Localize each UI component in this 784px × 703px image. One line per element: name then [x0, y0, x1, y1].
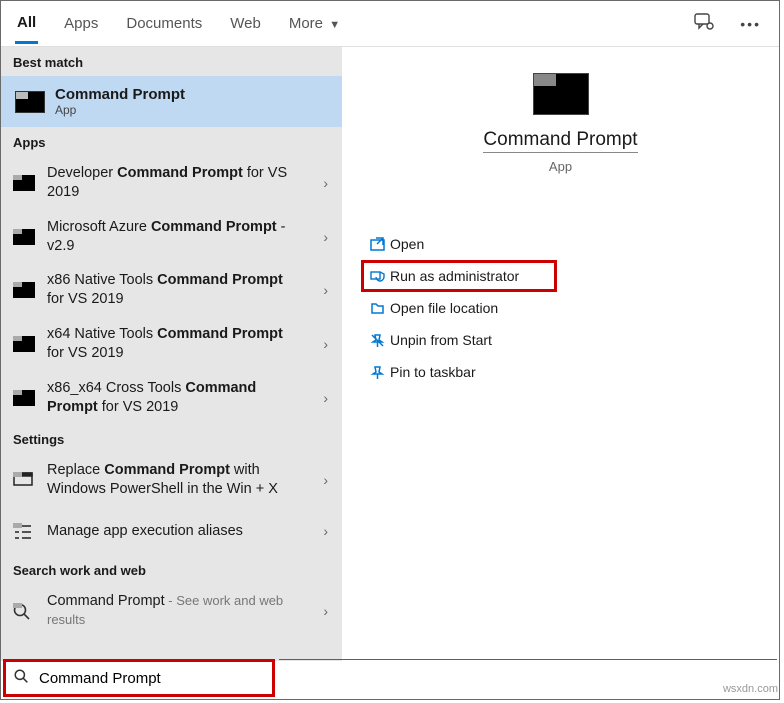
tab-web[interactable]: Web: [228, 5, 263, 42]
preview-title[interactable]: Command Prompt: [483, 129, 637, 153]
divider: [279, 659, 777, 697]
shield-icon: [364, 269, 390, 284]
result-label: Manage app execution aliases: [47, 522, 330, 541]
unpin-icon: [364, 333, 390, 348]
console-icon: [13, 472, 35, 488]
results-panel: Best match Command Prompt App Apps Devel…: [1, 47, 342, 661]
section-work-web: Search work and web: [1, 555, 342, 584]
action-label: Run as administrator: [390, 268, 519, 284]
cmd-icon: [13, 390, 35, 406]
action-label: Open file location: [390, 300, 498, 316]
search-box[interactable]: [3, 659, 275, 697]
best-match-title: Command Prompt: [55, 86, 185, 103]
result-label: x86 Native Tools Command Prompt for VS 2…: [47, 271, 330, 309]
section-best-match: Best match: [1, 47, 342, 76]
result-label: Developer Command Prompt for VS 2019: [47, 164, 330, 202]
action-unpin-start[interactable]: Unpin from Start: [364, 324, 779, 356]
app-result[interactable]: Developer Command Prompt for VS 2019 ›: [1, 156, 342, 210]
action-label: Unpin from Start: [390, 332, 492, 348]
best-match-subtitle: App: [55, 103, 185, 117]
setting-result[interactable]: Replace Command Prompt with Windows Powe…: [1, 453, 342, 507]
search-icon: [13, 603, 35, 619]
preview-type: App: [549, 159, 572, 174]
chevron-right-icon[interactable]: ›: [323, 472, 328, 488]
alias-icon: [13, 523, 35, 539]
cmd-icon: [13, 175, 35, 191]
open-icon: [364, 237, 390, 252]
search-icon: [14, 669, 29, 688]
action-open-location[interactable]: Open file location: [364, 292, 779, 324]
tab-all[interactable]: All: [15, 4, 38, 44]
more-icon[interactable]: •••: [740, 16, 761, 32]
tab-documents[interactable]: Documents: [124, 5, 204, 42]
action-open[interactable]: Open: [364, 228, 779, 260]
setting-result[interactable]: Manage app execution aliases ›: [1, 507, 342, 555]
folder-icon: [364, 301, 390, 316]
cmd-icon: [13, 229, 35, 245]
action-label: Pin to taskbar: [390, 364, 476, 380]
cmd-icon: [15, 91, 45, 113]
web-result[interactable]: Command Prompt - See work and web result…: [1, 584, 342, 638]
chevron-right-icon[interactable]: ›: [323, 229, 328, 245]
section-settings: Settings: [1, 424, 342, 453]
watermark: wsxdn.com: [723, 683, 778, 695]
chevron-right-icon[interactable]: ›: [323, 282, 328, 298]
chevron-right-icon[interactable]: ›: [323, 390, 328, 406]
action-label: Open: [390, 236, 424, 252]
tab-apps[interactable]: Apps: [62, 5, 100, 42]
result-label: Command Prompt - See work and web result…: [47, 592, 330, 630]
action-run-as-admin[interactable]: Run as administrator: [361, 260, 557, 292]
result-label: Replace Command Prompt with Windows Powe…: [47, 461, 330, 499]
tab-more[interactable]: More ▼: [287, 5, 342, 42]
best-match-item[interactable]: Command Prompt App: [1, 76, 342, 127]
app-result[interactable]: x86 Native Tools Command Prompt for VS 2…: [1, 263, 342, 317]
app-result[interactable]: x64 Native Tools Command Prompt for VS 2…: [1, 317, 342, 371]
chevron-right-icon[interactable]: ›: [323, 175, 328, 191]
result-label: Microsoft Azure Command Prompt - v2.9: [47, 218, 330, 256]
chevron-down-icon: ▼: [329, 19, 340, 31]
chevron-right-icon[interactable]: ›: [323, 603, 328, 619]
app-result[interactable]: x86_x64 Cross Tools Command Prompt for V…: [1, 371, 342, 425]
preview-panel: Command Prompt App Open Run as administr…: [342, 47, 779, 661]
pin-icon: [364, 365, 390, 380]
app-result[interactable]: Microsoft Azure Command Prompt - v2.9 ›: [1, 210, 342, 264]
chevron-right-icon[interactable]: ›: [323, 523, 328, 539]
result-label: x64 Native Tools Command Prompt for VS 2…: [47, 325, 330, 363]
section-apps: Apps: [1, 127, 342, 156]
result-label: x86_x64 Cross Tools Command Prompt for V…: [47, 379, 330, 417]
feedback-icon[interactable]: [694, 13, 714, 35]
search-input[interactable]: [39, 670, 264, 687]
cmd-icon: [533, 73, 589, 115]
chevron-right-icon[interactable]: ›: [323, 336, 328, 352]
filter-tabs: All Apps Documents Web More ▼ •••: [1, 1, 779, 47]
cmd-icon: [13, 336, 35, 352]
cmd-icon: [13, 282, 35, 298]
action-pin-taskbar[interactable]: Pin to taskbar: [364, 356, 779, 388]
